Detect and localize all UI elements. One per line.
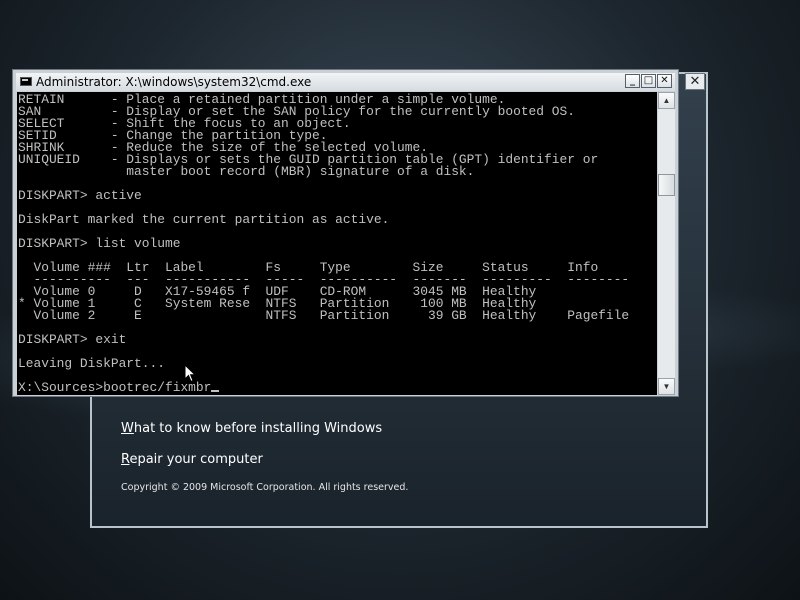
command-prompt-line[interactable]: X:\Sources>bootrec/fixmbr — [18, 380, 211, 395]
cmd-window: Administrator: X:\windows\system32\cmd.e… — [12, 69, 679, 397]
scrollbar-thumb[interactable] — [658, 174, 675, 196]
text-cursor — [211, 390, 220, 392]
mouse-pointer-icon — [184, 364, 196, 383]
console-output: RETAIN - Place a retained partition unde… — [18, 92, 630, 395]
cmd-titlebar[interactable]: Administrator: X:\windows\system32\cmd.e… — [16, 73, 675, 91]
what-to-know-label: hat to know before installing Windows — [133, 421, 383, 436]
console-history: RETAIN - Place a retained partition unde… — [18, 92, 630, 371]
repair-computer-link[interactable]: Repair your computer — [121, 452, 263, 467]
console-area[interactable]: RETAIN - Place a retained partition unde… — [17, 92, 657, 395]
repair-computer-label: epair your computer — [129, 452, 263, 467]
vertical-scrollbar[interactable]: ▲ ▼ — [658, 92, 675, 395]
scroll-down-arrow-icon[interactable]: ▼ — [658, 378, 675, 395]
copyright-text: Copyright © 2009 Microsoft Corporation. … — [121, 482, 409, 493]
cmd-app-icon[interactable] — [20, 77, 32, 86]
minimize-button[interactable]: _ — [625, 74, 640, 88]
scroll-up-arrow-icon[interactable]: ▲ — [658, 92, 675, 109]
cmd-window-title: Administrator: X:\windows\system32\cmd.e… — [36, 75, 312, 89]
what-to-know-accesskey: W — [121, 421, 134, 436]
what-to-know-link[interactable]: What to know before installing Windows — [121, 421, 382, 436]
close-button[interactable]: ✕ — [657, 74, 672, 88]
setup-close-button[interactable]: ✕ — [685, 73, 705, 90]
maximize-button[interactable]: □ — [641, 74, 656, 88]
